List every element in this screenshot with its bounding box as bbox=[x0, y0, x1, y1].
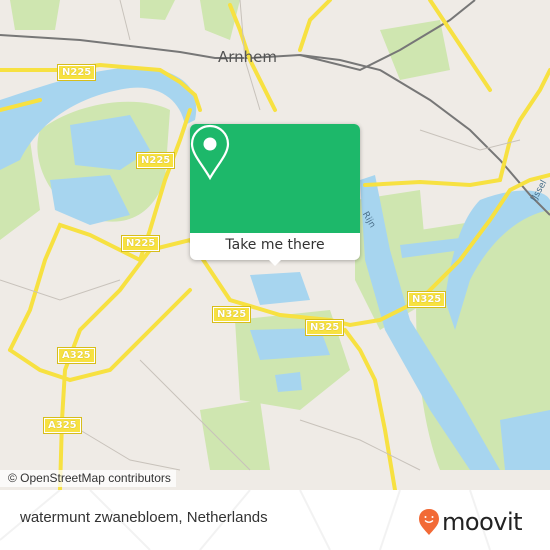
take-me-there-button[interactable]: Take me there bbox=[190, 233, 360, 260]
location-title: watermunt zwanebloem, Netherlands bbox=[20, 509, 268, 526]
road-label: N225 bbox=[120, 235, 161, 252]
popup-header bbox=[190, 124, 360, 233]
road-label: N325 bbox=[304, 319, 345, 336]
road-label: A325 bbox=[43, 417, 82, 434]
city-label: Arnhem bbox=[218, 48, 278, 66]
moovit-wordmark: moovit bbox=[442, 508, 523, 536]
map-pin-icon bbox=[190, 124, 230, 180]
moovit-logo[interactable]: moovit bbox=[418, 508, 523, 536]
road-label: N225 bbox=[135, 152, 176, 169]
road-label: A325 bbox=[57, 347, 96, 364]
footer-bar: watermunt zwanebloem, Netherlands moovit bbox=[0, 490, 550, 550]
road-label: N325 bbox=[211, 306, 252, 323]
road-label: N225 bbox=[56, 64, 97, 81]
popup-pointer bbox=[268, 259, 282, 266]
location-popup: Take me there bbox=[190, 124, 360, 266]
moovit-pin-icon bbox=[419, 509, 439, 535]
map-canvas[interactable]: Arnhem N225 N225 N225 N225 N325 N325 N32… bbox=[0, 0, 550, 490]
road-label: N325 bbox=[406, 291, 447, 308]
map-attribution[interactable]: © OpenStreetMap contributors bbox=[0, 470, 176, 487]
